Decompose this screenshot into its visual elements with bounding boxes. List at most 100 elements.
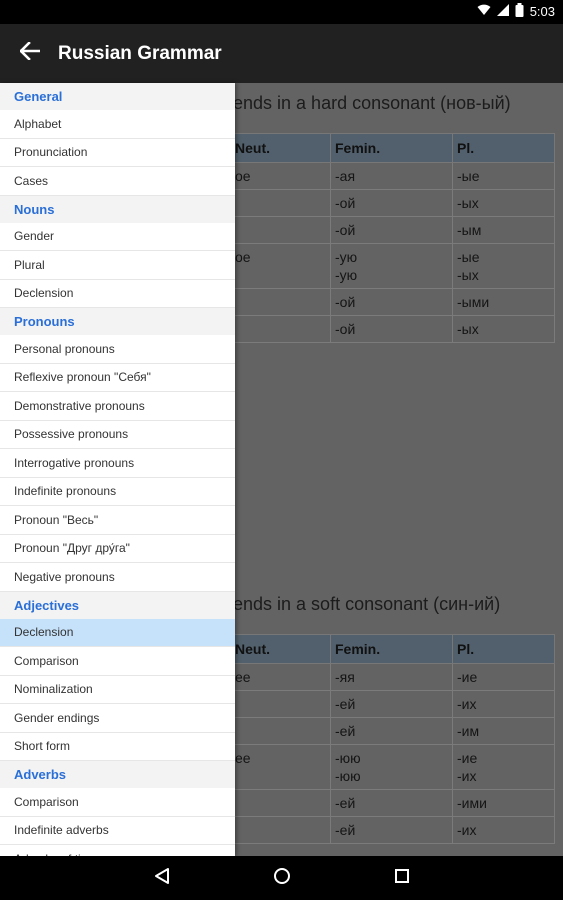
drawer-item[interactable]: Short form [0, 733, 235, 761]
table-cell: -ие [452, 663, 555, 691]
navigation-drawer: General Alphabet Pronunciation Cases Nouns Ge… [0, 83, 235, 856]
nav-back-button[interactable] [142, 858, 182, 898]
table-row: ее -юю -юю -ие -их [230, 744, 555, 790]
drawer-item[interactable]: Comparison [0, 788, 235, 817]
section-heading-hard: ends in a hard consonant (нов-ый) [233, 93, 511, 113]
table-row: -ей -их [230, 690, 555, 718]
table-row: -ей -им [230, 717, 555, 745]
nav-home-button[interactable] [262, 858, 302, 898]
status-icons: 5:03 [477, 3, 555, 20]
table-cell: -ей [330, 816, 453, 844]
table-cell [230, 690, 331, 718]
drawer-item[interactable]: Alphabet [0, 110, 235, 139]
table-cell: -ей [330, 717, 453, 745]
table-cell: -ой [330, 315, 453, 343]
table-cell: -ей [330, 690, 453, 718]
table-cell: -юю -юю [330, 744, 453, 790]
table-cell: -ие -их [452, 744, 555, 790]
table-cell: ое [230, 243, 331, 289]
drawer-section-header: General [0, 83, 235, 110]
table-header: Pl. [452, 634, 555, 664]
table-cell [230, 288, 331, 316]
drawer-item[interactable]: Plural [0, 251, 235, 280]
drawer-item[interactable]: Pronoun "Друг дру́га" [0, 535, 235, 563]
table-header: Pl. [452, 133, 555, 163]
back-button[interactable] [2, 24, 58, 83]
table-cell: -ой [330, 288, 453, 316]
drawer-section-header: Pronouns [0, 308, 235, 335]
table-row: -ей -ими [230, 789, 555, 817]
drawer-item[interactable]: Gender endings [0, 704, 235, 733]
app-title: Russian Grammar [58, 42, 222, 64]
drawer-item[interactable]: Negative pronouns [0, 563, 235, 592]
drawer-item[interactable]: Declension [0, 618, 235, 647]
table-cell: ое [230, 162, 331, 190]
table-row: ое -ая -ые [230, 162, 555, 190]
table-cell: -ими [452, 789, 555, 817]
signal-icon [496, 4, 509, 19]
table-cell [230, 717, 331, 745]
table-cell: -ых [452, 315, 555, 343]
drawer-item[interactable]: Adverbs of time [0, 845, 235, 856]
nav-recents-button[interactable] [382, 858, 422, 898]
table-cell [230, 315, 331, 343]
table-header: Femin. [330, 133, 453, 163]
drawer-item[interactable]: Demonstrative pronouns [0, 392, 235, 421]
table-row: -ой -ых [230, 315, 555, 343]
drawer-item[interactable]: Pronoun "Весь" [0, 506, 235, 535]
drawer-item[interactable]: Nominalization [0, 676, 235, 704]
table-row: -ой -ых [230, 189, 555, 217]
table-row: -ей -их [230, 816, 555, 844]
table-cell [230, 216, 331, 244]
drawer-item[interactable]: Possessive pronouns [0, 421, 235, 449]
drawer-section-header: Adverbs [0, 761, 235, 788]
table-header: Femin. [330, 634, 453, 664]
drawer-section-header: Nouns [0, 195, 235, 223]
table-cell: ее [230, 663, 331, 691]
table-cell: -их [452, 690, 555, 718]
table-row: -ой -ыми [230, 288, 555, 316]
table-cell: ее [230, 744, 331, 790]
table-header-row: Neut. Femin. Pl. [230, 634, 555, 664]
table-cell: -яя [330, 663, 453, 691]
drawer-item[interactable]: Interrogative pronouns [0, 449, 235, 478]
drawer-item[interactable]: Gender [0, 223, 235, 251]
drawer-item[interactable]: Indefinite adverbs [0, 817, 235, 845]
drawer-item[interactable]: Indefinite pronouns [0, 478, 235, 506]
drawer-item[interactable]: Declension [0, 280, 235, 308]
table-header-row: Neut. Femin. Pl. [230, 133, 555, 163]
table-cell [230, 816, 331, 844]
table-cell: -ой [330, 216, 453, 244]
triangle-back-icon [153, 867, 171, 890]
table-cell: -ую -ую [330, 243, 453, 289]
table-cell: -ых [452, 189, 555, 217]
section-heading-soft: ends in a soft consonant (син-ий) [233, 594, 501, 614]
drawer-item[interactable]: Pronunciation [0, 139, 235, 167]
drawer-item[interactable]: Reflexive pronoun "Себя" [0, 364, 235, 392]
table-cell: -ей [330, 789, 453, 817]
table-cell: -ые [452, 162, 555, 190]
battery-icon [515, 3, 524, 20]
system-nav-bar [0, 856, 563, 900]
drawer-item[interactable]: Cases [0, 167, 235, 196]
table-cell: -ые -ых [452, 243, 555, 289]
square-recents-icon [394, 868, 410, 889]
table-header: Neut. [230, 634, 331, 664]
table-cell [230, 789, 331, 817]
table-row: ее -яя -ие [230, 663, 555, 691]
declension-table-hard: Neut. Femin. Pl. ое -ая -ые -ой -ых -ой -ым ое -… [230, 133, 555, 343]
status-time: 5:03 [529, 4, 555, 19]
table-row: ое -ую -ую -ые -ых [230, 243, 555, 289]
table-header: Neut. [230, 133, 331, 163]
table-cell: -им [452, 717, 555, 745]
table-cell: -ой [330, 189, 453, 217]
drawer-item[interactable]: Personal pronouns [0, 335, 235, 364]
circle-home-icon [273, 867, 291, 890]
table-cell [230, 189, 331, 217]
arrow-left-icon [19, 41, 41, 65]
wifi-icon [477, 4, 491, 19]
table-cell: -ым [452, 216, 555, 244]
drawer-section-header: Adjectives [0, 591, 235, 619]
app-bar: Russian Grammar [0, 24, 563, 83]
drawer-item[interactable]: Comparison [0, 647, 235, 676]
